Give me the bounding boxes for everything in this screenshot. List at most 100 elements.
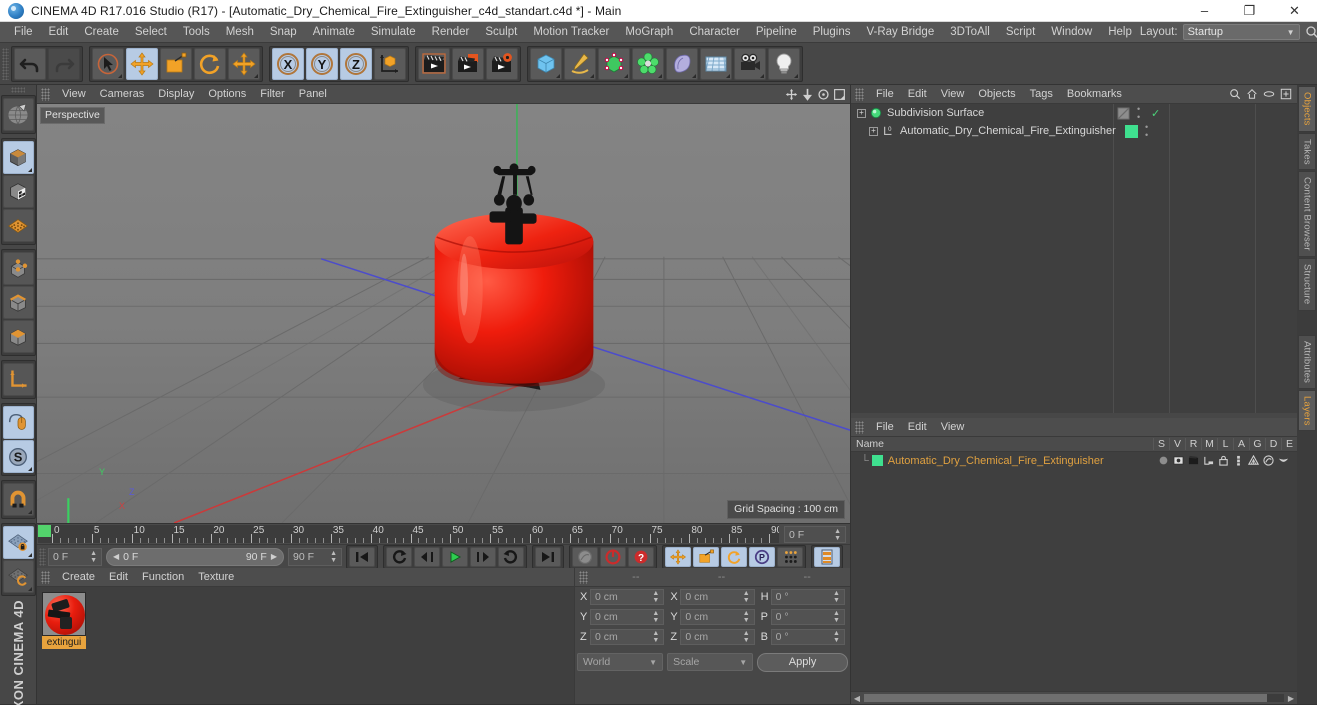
- lock-toggle-icon[interactable]: [1218, 455, 1229, 466]
- object-menu-bookmarks[interactable]: Bookmarks: [1060, 85, 1129, 104]
- layout-dropdown[interactable]: Startup ▼: [1182, 24, 1300, 40]
- menu-item-3dtoall[interactable]: 3DToAll: [942, 22, 998, 43]
- add-spline-object-button[interactable]: [564, 47, 596, 80]
- lock-workplane-button[interactable]: [2, 526, 34, 559]
- layer-menu-file[interactable]: File: [869, 418, 901, 437]
- go-to-end-button[interactable]: [535, 546, 561, 567]
- point-level-animation-button[interactable]: [777, 546, 803, 567]
- view-toggle-icon[interactable]: [1173, 455, 1184, 466]
- go-to-previous-frame-button[interactable]: [414, 546, 440, 567]
- scale-camera-icon[interactable]: [801, 88, 814, 101]
- material-menu-texture[interactable]: Texture: [191, 568, 241, 587]
- material-list[interactable]: extingui: [37, 587, 574, 704]
- current-frame-field[interactable]: 0 F ▲ ▼: [48, 547, 102, 566]
- move-tool[interactable]: [126, 47, 158, 80]
- add-generator-object-button[interactable]: [598, 47, 630, 80]
- object-axis-mode-button[interactable]: [2, 363, 34, 396]
- chevron-left-icon[interactable]: ◀: [113, 552, 119, 561]
- stepper-icon[interactable]: ▲ ▼: [652, 590, 659, 604]
- menu-item-create[interactable]: Create: [76, 22, 127, 43]
- max-frame-field[interactable]: 90 F ▲ ▼: [288, 547, 342, 566]
- scale-key-button[interactable]: [693, 546, 719, 567]
- layer-menu-edit[interactable]: Edit: [901, 418, 934, 437]
- menu-item-window[interactable]: Window: [1043, 22, 1100, 43]
- viewport-menu-panel[interactable]: Panel: [292, 85, 334, 104]
- material-menu-create[interactable]: Create: [55, 568, 102, 587]
- menu-item-tools[interactable]: Tools: [175, 22, 218, 43]
- go-to-next-frame-button[interactable]: [470, 546, 496, 567]
- transport-grip[interactable]: [39, 547, 46, 566]
- record-active-objects-button[interactable]: [572, 546, 598, 567]
- rotation-key-button[interactable]: [721, 546, 747, 567]
- viewport-grip[interactable]: [41, 87, 50, 101]
- maximize-viewport-icon[interactable]: [833, 88, 846, 101]
- manager-toggle-icon[interactable]: [1203, 455, 1214, 466]
- object-menu-tags[interactable]: Tags: [1023, 85, 1060, 104]
- stepper-icon[interactable]: ▲ ▼: [743, 610, 750, 624]
- stepper-icon[interactable]: ▲ ▼: [833, 630, 840, 644]
- maximize-button[interactable]: ❐: [1227, 0, 1272, 22]
- fit-icon[interactable]: [1280, 88, 1292, 100]
- points-mode-button[interactable]: [2, 252, 34, 285]
- rotation-p-input[interactable]: 0 ° ▲ ▼: [770, 609, 845, 625]
- enable-snapping-button[interactable]: S: [2, 440, 34, 473]
- add-scene-object-button[interactable]: [700, 47, 732, 80]
- menu-item-animate[interactable]: Animate: [305, 22, 363, 43]
- object-menu-objects[interactable]: Objects: [971, 85, 1022, 104]
- menu-item-vray-bridge[interactable]: V-Ray Bridge: [858, 22, 942, 43]
- tag-column-dots[interactable]: • •: [1137, 105, 1140, 122]
- object-menu-view[interactable]: View: [934, 85, 972, 104]
- layer-horizontal-scrollbar[interactable]: ◀ ▶: [851, 691, 1297, 704]
- rotation-h-input[interactable]: 0 ° ▲ ▼: [770, 589, 845, 605]
- object-row-subdivision-surface[interactable]: + Subdivision Surface • • ✓: [851, 104, 1297, 122]
- autokeying-button[interactable]: [600, 546, 626, 567]
- enable-axis-modification-button[interactable]: [2, 406, 34, 439]
- object-tree[interactable]: + Subdivision Surface • • ✓ + 0 Automati…: [851, 104, 1297, 413]
- layer-col-m[interactable]: M: [1201, 438, 1217, 450]
- stepper-icon[interactable]: ▲ ▼: [743, 630, 750, 644]
- menu-item-snap[interactable]: Snap: [262, 22, 305, 43]
- x-axis-lock[interactable]: X: [272, 47, 304, 80]
- current-frame-marker[interactable]: [38, 525, 51, 537]
- chevron-right-icon[interactable]: ▶: [271, 552, 277, 561]
- size-x-input[interactable]: 0 cm ▲ ▼: [680, 589, 755, 605]
- add-light-object-button[interactable]: [768, 47, 800, 80]
- expressions-toggle-icon[interactable]: [1278, 455, 1289, 466]
- play-backwards-button[interactable]: [386, 546, 412, 567]
- scrollbar-thumb[interactable]: [864, 694, 1268, 702]
- menu-item-sculpt[interactable]: Sculpt: [477, 22, 525, 43]
- material-menu-edit[interactable]: Edit: [102, 568, 135, 587]
- material-tag-icon[interactable]: [1125, 125, 1138, 138]
- menu-item-file[interactable]: File: [6, 22, 41, 43]
- display-tag-icon[interactable]: [1117, 106, 1130, 120]
- layer-col-d[interactable]: D: [1265, 438, 1281, 450]
- layer-col-r[interactable]: R: [1185, 438, 1201, 450]
- viewport-menu-display[interactable]: Display: [151, 85, 201, 104]
- edges-mode-button[interactable]: [2, 286, 34, 319]
- z-axis-lock[interactable]: Z: [340, 47, 372, 80]
- render-view-button[interactable]: [418, 47, 450, 80]
- world-object-coordinates[interactable]: [374, 47, 406, 80]
- scale-tool[interactable]: [160, 47, 192, 80]
- visibility-check-icon[interactable]: ✓: [1151, 107, 1160, 120]
- menu-item-script[interactable]: Script: [998, 22, 1043, 43]
- object-menu-edit[interactable]: Edit: [901, 85, 934, 104]
- menu-item-pipeline[interactable]: Pipeline: [748, 22, 805, 43]
- stepper-icon[interactable]: ▲ ▼: [90, 550, 97, 564]
- keyframe-selection-button[interactable]: ?: [628, 546, 654, 567]
- animation-toggle-icon[interactable]: [1233, 455, 1244, 466]
- timeline-end-frame-field[interactable]: 0 F ▲ ▼: [784, 526, 846, 543]
- render-to-picture-viewer-button[interactable]: [452, 47, 484, 80]
- rotate-camera-icon[interactable]: [817, 88, 830, 101]
- move-camera-icon[interactable]: [785, 88, 798, 101]
- apply-button[interactable]: Apply: [757, 652, 848, 672]
- model-mode-button[interactable]: [2, 141, 34, 174]
- viewport-menu-view[interactable]: View: [55, 85, 93, 104]
- search-icon[interactable]: [1229, 88, 1241, 100]
- timeline-ruler[interactable]: 0 5 10 15 20 25 30 35 40 45 50 55 60 65 70 75 80 85 90: [38, 525, 779, 543]
- layer-col-v[interactable]: V: [1169, 438, 1185, 450]
- make-editable-button[interactable]: [2, 98, 34, 131]
- coordinate-system-dropdown[interactable]: World ▼: [577, 653, 664, 671]
- layer-col-s[interactable]: S: [1153, 438, 1169, 450]
- add-cube-object-button[interactable]: [530, 47, 562, 80]
